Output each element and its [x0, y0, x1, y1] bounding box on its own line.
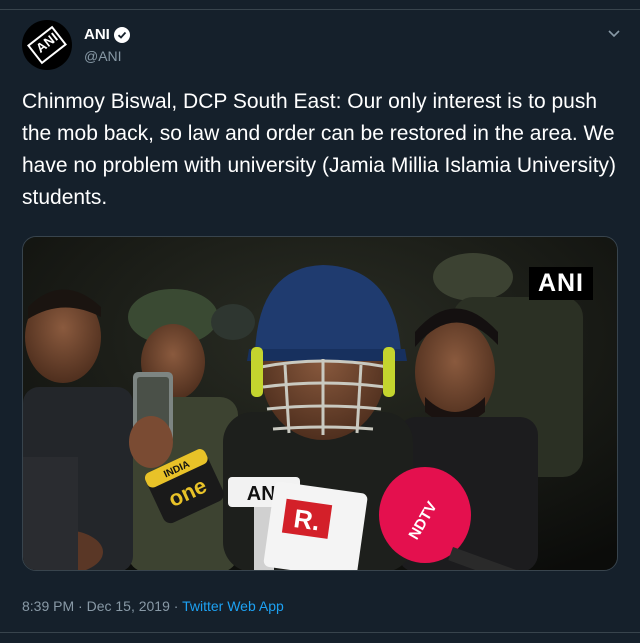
verified-badge-icon [113, 26, 130, 43]
meta-separator-2: · [169, 598, 183, 614]
top-divider [0, 9, 640, 10]
tweet-time[interactable]: 8:39 PM [22, 598, 74, 614]
avatar[interactable]: ANI [22, 20, 72, 70]
tweet-text: Chinmoy Biswal, DCP South East: Our only… [22, 90, 617, 209]
chevron-down-icon[interactable] [606, 28, 622, 40]
name-row: ANI [84, 26, 130, 43]
ani-watermark: ANI [528, 267, 593, 300]
mic3-label: R. [292, 503, 322, 536]
tweet-source-link[interactable]: Twitter Web App [182, 598, 284, 614]
tweet-header: ANI ANI @ANI [22, 20, 622, 72]
display-name[interactable]: ANI [84, 26, 110, 43]
tweet-media-image[interactable]: INDIA one ANI R. NDTV ANI [22, 236, 618, 571]
user-handle[interactable]: @ANI [84, 48, 122, 64]
tweet-date[interactable]: Dec 15, 2019 [87, 598, 170, 614]
bottom-divider [0, 632, 640, 633]
tweet-meta: 8:39 PM · Dec 15, 2019 · Twitter Web App [22, 598, 284, 614]
meta-separator: · [74, 598, 87, 614]
